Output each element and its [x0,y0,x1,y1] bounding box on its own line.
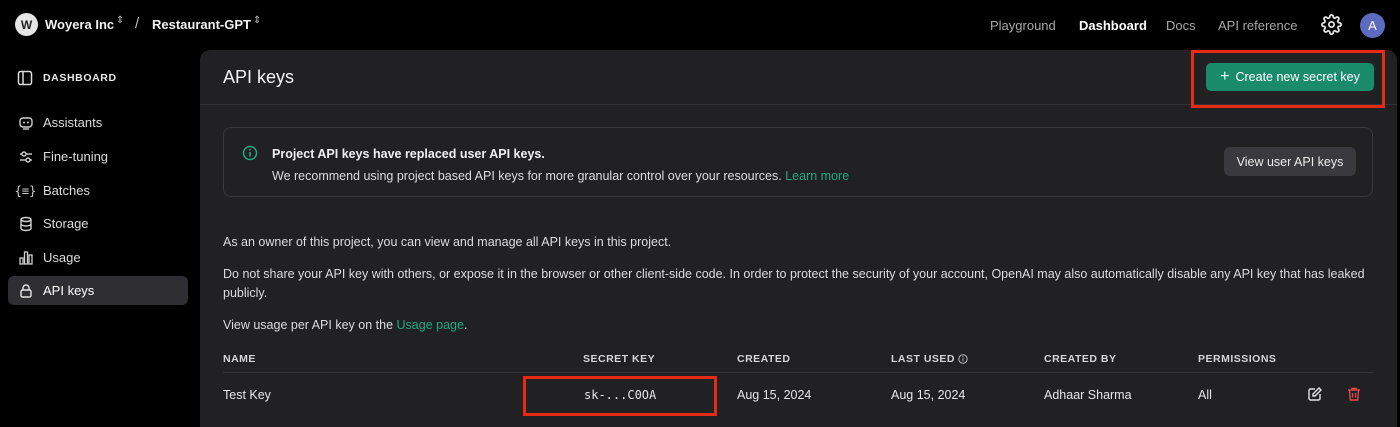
permissions-value: All [1198,388,1212,402]
sidebar-item-storage[interactable]: Storage [8,209,188,238]
notice-body: We recommend using project based API key… [272,169,782,183]
braces-icon: {≡} [14,183,37,198]
user-avatar[interactable]: A [1360,13,1385,38]
column-header-created-by: CREATED BY [1044,353,1117,365]
gear-icon[interactable] [1321,14,1342,35]
created-date: Aug 15, 2024 [737,388,812,402]
notice-text: We recommend using project based API key… [272,169,849,183]
sliders-icon [17,148,34,165]
breadcrumb-separator: / [135,15,140,32]
sidebar-item-label: Usage [43,250,81,265]
secret-key-value: sk-...C0OA [584,388,657,402]
notice-banner: Project API keys have replaced user API … [223,127,1373,197]
column-header-permissions: PERMISSIONS [1198,353,1277,365]
table-divider [223,372,1373,373]
column-header-name: NAME [223,353,256,365]
page-title: API keys [223,67,295,87]
usage-note: View usage per API key on the Usage page… [223,316,1373,335]
sidebar-item-label: Storage [43,216,89,231]
bar-chart-icon [17,249,34,266]
nav-playground[interactable]: Playground [990,18,1056,33]
key-name: Test Key [223,388,271,402]
last-used-date: Aug 15, 2024 [891,388,966,402]
nav-api-reference[interactable]: API reference [1218,18,1298,33]
info-icon[interactable] [958,354,968,364]
owner-description: As an owner of this project, you can vie… [223,235,672,249]
sidebar-title: DASHBOARD [43,72,117,84]
sidebar-item-assistants[interactable]: Assistants [8,108,188,137]
create-secret-key-button[interactable]: + Create new secret key [1206,63,1374,91]
assistant-icon [17,114,34,131]
learn-more-link[interactable]: Learn more [785,169,849,183]
sidebar-toggle-icon[interactable] [17,70,33,86]
database-icon [17,215,34,232]
sidebar-item-label: Batches [43,183,90,198]
main-panel: API keys + Create new secret key Project… [200,50,1397,427]
column-header-last-used: LAST USED [891,353,956,365]
edit-icon[interactable] [1307,386,1323,402]
chevron-up-down-icon[interactable]: ⇕ [253,16,261,26]
sidebar-header[interactable]: DASHBOARD [17,70,117,86]
notice-title: Project API keys have replaced user API … [272,147,545,161]
column-header-secret-key: SECRET KEY [583,353,656,365]
top-bar: W Woyera Inc ⇕ / Restaurant-GPT ⇕ Playgr… [0,0,1400,50]
page-header: API keys + Create new secret key [200,50,1397,105]
usage-note-text: View usage per API key on the [223,318,394,332]
chevron-up-down-icon[interactable]: ⇕ [116,16,124,26]
org-switcher[interactable]: Woyera Inc [45,17,114,32]
create-secret-key-label: Create new secret key [1235,70,1360,84]
sidebar-item-label: Fine-tuning [43,149,109,164]
org-avatar[interactable]: W [15,13,38,36]
column-header-created: CREATED [737,353,791,365]
nav-dashboard[interactable]: Dashboard [1079,18,1147,33]
nav-docs[interactable]: Docs [1166,18,1196,33]
sidebar-item-label: API keys [43,283,95,298]
sidebar-item-usage[interactable]: Usage [8,243,188,272]
sidebar-item-fine-tuning[interactable]: Fine-tuning [8,142,188,171]
view-user-api-keys-button[interactable]: View user API keys [1224,147,1356,176]
sidebar-item-batches[interactable]: {≡} Batches [8,176,188,205]
lock-icon [17,282,34,299]
project-switcher[interactable]: Restaurant-GPT [152,17,251,32]
created-by: Adhaar Sharma [1044,388,1132,402]
plus-icon: + [1220,68,1230,85]
sidebar-item-api-keys[interactable]: API keys [8,276,188,305]
usage-page-link[interactable]: Usage page [397,318,464,332]
sidebar-item-label: Assistants [43,115,103,130]
usage-note-end: . [463,318,468,332]
sidebar: DASHBOARD Assistants Fine-tuning {≡} Bat… [0,50,200,427]
security-warning: Do not share your API key with others, o… [223,267,1365,300]
info-icon [242,145,258,161]
trash-icon[interactable] [1346,386,1362,402]
